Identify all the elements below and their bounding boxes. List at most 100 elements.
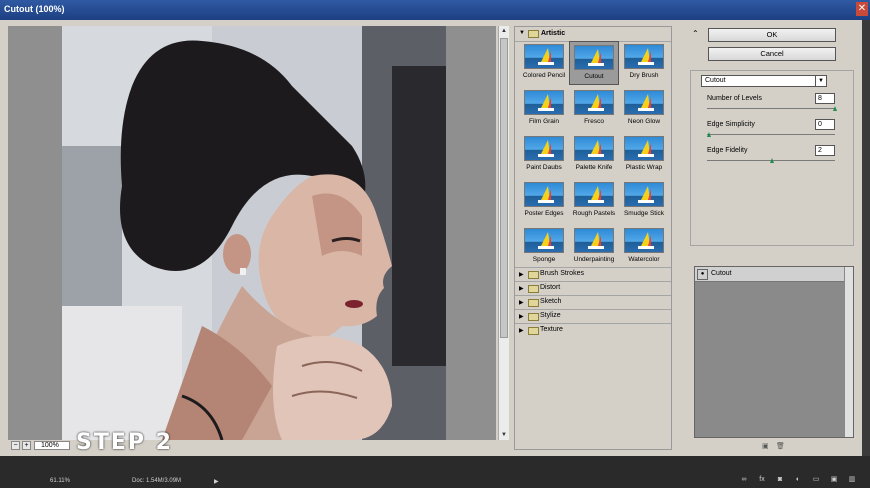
effect-layers-panel: ● Cutout — [694, 266, 854, 438]
filter-thumbnail-label: Dry Brush — [629, 72, 659, 79]
category-label: Brush Strokes — [540, 270, 584, 277]
filter-thumbnail-image — [574, 228, 614, 253]
category-row[interactable]: ▶ Texture — [515, 323, 671, 336]
filter-thumbnail-label: Palette Knife — [575, 164, 613, 171]
filter-settings-column: ⌃ OK Cancel Cutout ▼ Number of Levels 8 … — [686, 26, 854, 450]
filter-thumbnail[interactable]: Sponge — [519, 225, 569, 269]
category-artistic[interactable]: ▼ Artistic — [515, 27, 671, 42]
cancel-button[interactable]: Cancel — [708, 47, 836, 61]
slider-knob[interactable] — [833, 106, 837, 111]
zoom-in-button[interactable]: + — [22, 441, 31, 450]
filter-thumbnail-label: Fresco — [584, 118, 604, 125]
param-label: Edge Fidelity — [707, 147, 748, 154]
new-effect-layer-icon[interactable]: ▣ — [762, 442, 769, 450]
filter-thumbnail-image — [624, 136, 664, 161]
filter-thumbnail[interactable]: Watercolor — [619, 225, 669, 269]
preview-vertical-scrollbar[interactable]: ▲ ▼ — [498, 26, 509, 440]
filter-thumbnail[interactable]: Palette Knife — [569, 133, 619, 177]
zoom-level-field[interactable]: 100% — [34, 441, 70, 450]
folder-icon — [528, 327, 539, 335]
filter-thumbnail-label: Paint Daubs — [526, 164, 562, 171]
zoom-out-button[interactable]: − — [11, 441, 20, 450]
workspace-strip — [862, 20, 870, 456]
param-value-field[interactable]: 8 — [815, 93, 835, 104]
scrollbar-thumb[interactable] — [500, 38, 508, 338]
filter-thumbnail[interactable]: Neon Glow — [619, 87, 669, 131]
folder-icon[interactable]: ▭ — [812, 476, 820, 484]
status-menu-arrow-icon[interactable]: ▶ — [214, 478, 219, 485]
trash-icon[interactable]: ▥ — [848, 476, 856, 484]
adjustment-icon[interactable]: ◐ — [794, 476, 802, 484]
category-row[interactable]: ▶ Sketch — [515, 295, 671, 308]
param-value-field[interactable]: 2 — [815, 145, 835, 156]
filter-thumbnail[interactable]: Underpainting — [569, 225, 619, 269]
effect-layer-row[interactable]: ● Cutout — [695, 267, 845, 282]
filter-thumbnail-label: Watercolor — [628, 256, 660, 263]
preview-image — [62, 26, 446, 440]
expand-arrow-icon[interactable]: ▼ — [519, 30, 525, 36]
filter-thumbnail-image — [624, 90, 664, 115]
chevron-down-icon[interactable]: ▼ — [815, 76, 826, 86]
folder-icon — [528, 313, 539, 321]
folder-icon — [528, 285, 539, 293]
filter-thumbnail[interactable]: Rough Pastels — [569, 179, 619, 223]
expand-arrow-icon[interactable]: ▶ — [519, 271, 524, 278]
slider-track[interactable] — [707, 134, 835, 135]
slider-knob[interactable] — [707, 132, 711, 137]
slider-track[interactable] — [707, 108, 835, 109]
dialog-title-bar: Cutout (100%) ✕ — [0, 0, 870, 20]
collapse-gallery-icon[interactable]: ⌃ — [692, 29, 699, 38]
category-row[interactable]: ▶ Brush Strokes — [515, 267, 671, 280]
filter-thumbnail[interactable]: Fresco — [569, 87, 619, 131]
param-edge-fidelity: Edge Fidelity 2 — [707, 145, 839, 175]
scroll-down-arrow-icon[interactable]: ▼ — [500, 431, 508, 439]
filter-thumbnail-label: Rough Pastels — [572, 210, 616, 217]
filter-thumbnail[interactable]: Smudge Stick — [619, 179, 669, 223]
delete-effect-layer-icon[interactable]: 🗑 — [776, 442, 785, 450]
new-layer-icon[interactable]: ▣ — [830, 476, 838, 484]
category-row[interactable]: ▶ Stylize — [515, 309, 671, 322]
filter-thumbnail-image — [574, 90, 614, 115]
close-button[interactable]: ✕ — [856, 2, 868, 16]
filter-thumbnail[interactable]: Plastic Wrap — [619, 133, 669, 177]
filter-thumbnail-image — [574, 182, 614, 207]
category-label: Stylize — [540, 312, 561, 319]
link-icon[interactable]: ∞ — [740, 476, 748, 484]
filter-thumbnail[interactable]: Film Grain — [519, 87, 569, 131]
filter-thumbnail-image — [524, 44, 564, 69]
filter-thumbnail-image — [524, 90, 564, 115]
fx-icon[interactable]: fx — [758, 476, 766, 484]
filter-dropdown-value: Cutout — [705, 77, 726, 84]
param-label: Number of Levels — [707, 95, 762, 102]
category-label: Sketch — [540, 298, 562, 305]
filter-thumbnail-image — [574, 45, 614, 70]
filter-thumbnail-image — [524, 228, 564, 253]
param-value-field[interactable]: 0 — [815, 119, 835, 130]
filter-thumbnail-label: Plastic Wrap — [625, 164, 663, 171]
layers-scrollbar[interactable] — [844, 267, 853, 437]
effect-layer-label: Cutout — [711, 270, 732, 277]
filter-gallery-panel: ▼ Artistic Colored Pencil Cutout Dry Brush… — [514, 26, 672, 450]
category-row[interactable]: ▶ Distort — [515, 281, 671, 294]
expand-arrow-icon[interactable]: ▶ — [519, 299, 524, 306]
slider-knob[interactable] — [770, 158, 774, 163]
filter-dropdown[interactable]: Cutout ▼ — [701, 75, 827, 87]
category-label: Distort — [540, 284, 561, 291]
filter-thumbnail[interactable]: Colored Pencil — [519, 41, 569, 85]
category-label: Texture — [540, 326, 563, 333]
filter-thumbnail[interactable]: Poster Edges — [519, 179, 569, 223]
filter-thumbnail[interactable]: Paint Daubs — [519, 133, 569, 177]
filter-thumbnail-image — [624, 182, 664, 207]
expand-arrow-icon[interactable]: ▶ — [519, 313, 524, 320]
category-label: Artistic — [541, 30, 566, 37]
eye-icon[interactable]: ● — [697, 269, 708, 280]
ok-button[interactable]: OK — [708, 28, 836, 42]
scroll-up-arrow-icon[interactable]: ▲ — [500, 27, 508, 35]
mask-icon[interactable]: ◙ — [776, 476, 784, 484]
filter-thumbnail[interactable]: Cutout — [569, 41, 619, 85]
filter-thumbnail[interactable]: Dry Brush — [619, 41, 669, 85]
filter-thumbnail-label: Colored Pencil — [522, 72, 566, 79]
filter-settings-panel: Cutout ▼ Number of Levels 8 Edge Simplic… — [690, 70, 854, 246]
expand-arrow-icon[interactable]: ▶ — [519, 327, 524, 334]
expand-arrow-icon[interactable]: ▶ — [519, 285, 524, 292]
